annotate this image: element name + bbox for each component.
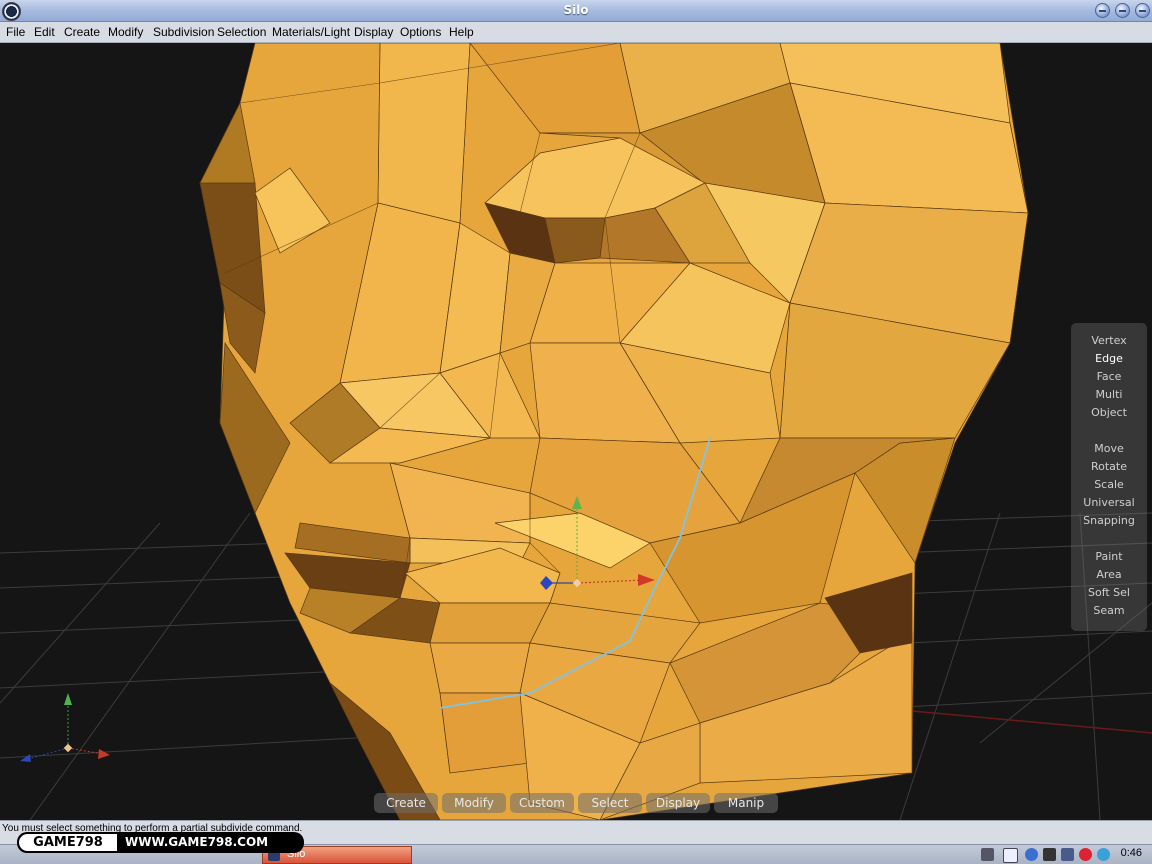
- menu-file[interactable]: File: [6, 25, 25, 39]
- bottom-custom-button[interactable]: Custom: [510, 793, 574, 813]
- watermark-right: WWW.GAME798.COM: [125, 835, 269, 849]
- keyboard-icon[interactable]: [981, 848, 994, 861]
- head-mesh: [199, 43, 1029, 820]
- title-bar: Silo: [0, 0, 1152, 22]
- bottom-manip-button[interactable]: Manip: [714, 793, 778, 813]
- watermark: GAME798 WWW.GAME798.COM: [17, 832, 304, 853]
- tool-rotate[interactable]: Rotate: [1071, 460, 1147, 473]
- bottom-select-button[interactable]: Select: [578, 793, 642, 813]
- selection-mode-panel: Vertex Edge Face Multi Object Move Rotat…: [1071, 323, 1147, 631]
- sel-paint[interactable]: Paint: [1071, 550, 1147, 563]
- sel-area[interactable]: Area: [1071, 568, 1147, 581]
- mode-vertex[interactable]: Vertex: [1071, 334, 1147, 347]
- network-icon[interactable]: [1025, 848, 1038, 861]
- tool-universal[interactable]: Universal: [1071, 496, 1147, 509]
- sel-soft-sel[interactable]: Soft Sel: [1071, 586, 1147, 599]
- menu-display[interactable]: Display: [354, 25, 393, 39]
- mode-object[interactable]: Object: [1071, 406, 1147, 419]
- bottom-modify-button[interactable]: Modify: [442, 793, 506, 813]
- 3d-viewport[interactable]: Vertex Edge Face Multi Object Move Rotat…: [0, 43, 1152, 820]
- bottom-display-button[interactable]: Display: [646, 793, 710, 813]
- bottom-create-button[interactable]: Create: [374, 793, 438, 813]
- maximize-icon[interactable]: [1115, 3, 1130, 18]
- mode-multi[interactable]: Multi: [1071, 388, 1147, 401]
- menu-edit[interactable]: Edit: [34, 25, 55, 39]
- menu-help[interactable]: Help: [449, 25, 474, 39]
- window-title: Silo: [563, 3, 589, 17]
- tool-snapping[interactable]: Snapping: [1071, 514, 1147, 527]
- sel-seam[interactable]: Seam: [1071, 604, 1147, 617]
- tool-scale[interactable]: Scale: [1071, 478, 1147, 491]
- taskbar-clock: 0:46: [1120, 847, 1142, 859]
- menu-materials-light[interactable]: Materials/Light: [272, 25, 350, 39]
- tool-move[interactable]: Move: [1071, 442, 1147, 455]
- qq-icon[interactable]: [1079, 848, 1092, 861]
- mode-face[interactable]: Face: [1071, 370, 1147, 383]
- menu-modify[interactable]: Modify: [108, 25, 143, 39]
- help-icon[interactable]: [1003, 848, 1018, 863]
- menu-subdivision[interactable]: Subdivision: [153, 25, 214, 39]
- menu-bar: File Edit Create Modify Subdivision Sele…: [0, 22, 1152, 43]
- camera-icon[interactable]: [1043, 848, 1056, 861]
- scene-render: [0, 43, 1152, 820]
- mode-edge[interactable]: Edge: [1071, 352, 1147, 365]
- browser-icon[interactable]: [1097, 848, 1110, 861]
- watermark-left: GAME798: [19, 834, 117, 851]
- minimize-icon[interactable]: [1095, 3, 1110, 18]
- menu-options[interactable]: Options: [400, 25, 441, 39]
- monitor-icon[interactable]: [1061, 848, 1074, 861]
- close-icon[interactable]: [1135, 3, 1150, 18]
- menu-create[interactable]: Create: [64, 25, 100, 39]
- menu-selection[interactable]: Selection: [217, 25, 266, 39]
